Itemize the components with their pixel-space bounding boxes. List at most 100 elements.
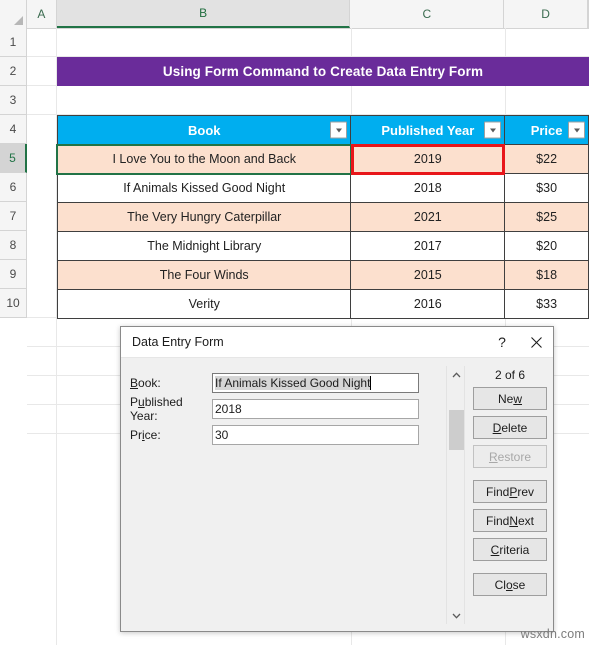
column-header-a[interactable]: A <box>26 0 57 28</box>
published-year-input[interactable]: 2018 <box>212 398 419 419</box>
restore-button-accel: R <box>488 449 498 464</box>
cell-published-year[interactable]: 2017 <box>350 231 506 261</box>
sheet-title-banner: Using Form Command to Create Data Entry … <box>57 57 589 86</box>
cell-published-year[interactable]: 2016 <box>350 289 506 319</box>
select-all-triangle-icon <box>13 16 23 25</box>
cell-price[interactable]: $33 <box>504 289 589 319</box>
table-header-book-label: Book <box>187 122 221 138</box>
find-next-button-pre: Find <box>485 513 510 528</box>
dialog-title: Data Entry Form <box>132 335 224 349</box>
close-icon[interactable] <box>519 327 553 358</box>
find-prev-button-text: rev <box>517 484 535 499</box>
label-price-text: ce: <box>144 427 161 442</box>
field-row-price: Price: 30 <box>121 424 431 445</box>
cell-book[interactable]: I Love You to the Moon and Back <box>56 144 352 174</box>
find-next-button-accel: N <box>509 513 518 528</box>
new-button-accel: w <box>513 391 522 406</box>
cell-book[interactable]: The Four Winds <box>56 260 352 290</box>
new-button-pre: Ne <box>497 391 514 406</box>
cell-price[interactable]: $25 <box>504 202 589 232</box>
label-book-text: ook: <box>138 375 161 390</box>
cell-book[interactable]: If Animals Kissed Good Night <box>56 173 352 203</box>
table-row: I Love You to the Moon and Back 2019 $22 <box>56 144 589 174</box>
find-prev-button-accel: P <box>509 484 518 499</box>
cell-published-year[interactable]: 2021 <box>350 202 506 232</box>
dialog-title-buttons: ? <box>485 327 553 358</box>
label-published-year: Published Year: <box>121 395 212 423</box>
restore-button: Restore <box>473 445 547 468</box>
close-button-text: se <box>512 577 526 592</box>
select-all-corner[interactable] <box>0 0 27 28</box>
table-header-book[interactable]: Book <box>56 115 352 145</box>
table-row: The Very Hungry Caterpillar 2021 $25 <box>56 202 589 232</box>
book-input[interactable]: If Animals Kissed Good Night <box>212 372 419 393</box>
row-header-8[interactable]: 8 <box>0 231 26 260</box>
scrollbar-thumb[interactable] <box>449 410 464 450</box>
table-row: The Midnight Library 2017 $20 <box>56 231 589 261</box>
cell-price[interactable]: $30 <box>504 173 589 203</box>
find-next-button[interactable]: Find Next <box>473 509 547 532</box>
criteria-button[interactable]: Criteria <box>473 538 547 561</box>
table-row: If Animals Kissed Good Night 2018 $30 <box>56 173 589 203</box>
published-year-input-value: 2018 <box>215 401 242 416</box>
find-prev-button[interactable]: Find Prev <box>473 480 547 503</box>
row-header-1[interactable]: 1 <box>0 28 26 57</box>
cell-price[interactable]: $22 <box>504 144 589 174</box>
criteria-button-text: riteria <box>499 542 530 557</box>
row-header-7[interactable]: 7 <box>0 202 26 231</box>
column-header-c[interactable]: C <box>350 0 505 28</box>
row-header-10[interactable]: 10 <box>0 289 26 318</box>
table-header-published-year-label: Published Year <box>381 122 475 138</box>
row-header-3[interactable]: 3 <box>0 86 26 115</box>
cell-price[interactable]: $18 <box>504 260 589 290</box>
cell-book[interactable]: Verity <box>56 289 352 319</box>
table-header-price[interactable]: Price <box>504 115 589 145</box>
row-header-2[interactable]: 2 <box>0 57 26 86</box>
text-cursor <box>370 375 372 390</box>
filter-dropdown-icon-published-year[interactable] <box>484 121 502 139</box>
dialog-body: Book: If Animals Kissed Good Night Publi… <box>121 358 553 632</box>
close-button-pre: Cl <box>494 577 506 592</box>
row-header-column: 1 2 3 4 5 6 7 8 9 10 <box>0 28 27 318</box>
delete-button[interactable]: Delete <box>473 416 547 439</box>
find-next-button-text: ext <box>518 513 535 528</box>
cell-published-year[interactable]: 2019 <box>350 144 506 174</box>
cell-published-year[interactable]: 2015 <box>350 260 506 290</box>
cell-book[interactable]: The Midnight Library <box>56 231 352 261</box>
field-row-book: Book: If Animals Kissed Good Night <box>121 372 431 393</box>
cell-book[interactable]: The Very Hungry Caterpillar <box>56 202 352 232</box>
cell-published-year[interactable]: 2018 <box>350 173 506 203</box>
price-input[interactable]: 30 <box>212 424 419 445</box>
label-price-pre: Pr <box>130 427 142 442</box>
dialog-button-column: 2 of 6 Ne w Delete Restore Find Prev Find… <box>473 366 547 602</box>
price-input-value: 30 <box>215 427 229 442</box>
close-button[interactable]: Cl o se <box>473 573 547 596</box>
delete-button-text: elete <box>501 420 528 435</box>
table-row: The Four Winds 2015 $18 <box>56 260 589 290</box>
record-scrollbar[interactable] <box>446 366 465 624</box>
scroll-down-icon[interactable] <box>447 607 465 624</box>
row-header-4[interactable]: 4 <box>0 115 26 144</box>
scroll-up-icon[interactable] <box>447 366 465 383</box>
data-entry-form-dialog: Data Entry Form ? Book: If Animals Kisse… <box>120 326 554 632</box>
column-header-b[interactable]: B <box>56 0 351 28</box>
find-prev-button-pre: Find <box>485 484 510 499</box>
new-button[interactable]: Ne w <box>473 387 547 410</box>
cell-price[interactable]: $20 <box>504 231 589 261</box>
field-row-published-year: Published Year: 2018 <box>121 395 431 423</box>
column-header-d[interactable]: D <box>504 0 588 28</box>
help-button[interactable]: ? <box>485 327 519 358</box>
label-book-accel: B <box>130 375 139 390</box>
watermark: wsxdn.com <box>520 627 585 641</box>
row-header-5[interactable]: 5 <box>0 144 27 173</box>
filter-dropdown-icon-price[interactable] <box>568 121 585 139</box>
table-header-published-year[interactable]: Published Year <box>350 115 506 145</box>
filter-dropdown-icon-book[interactable] <box>330 121 348 139</box>
label-price: Price: <box>121 428 212 442</box>
row-header-9[interactable]: 9 <box>0 260 26 289</box>
restore-button-text: estore <box>497 449 532 464</box>
table-row: Verity 2016 $33 <box>56 289 589 319</box>
dialog-title-bar[interactable]: Data Entry Form ? <box>121 327 553 358</box>
label-published-year-accel: u <box>138 394 145 409</box>
row-header-6[interactable]: 6 <box>0 173 26 202</box>
